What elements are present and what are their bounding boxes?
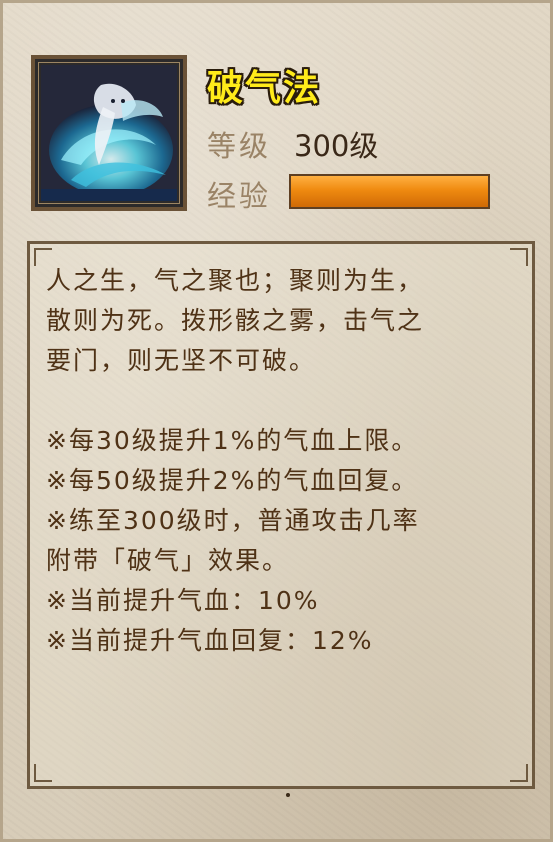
- description-line: 人之生，气之聚也；聚则为生，: [46, 266, 425, 295]
- exp-progress-fill: [291, 176, 488, 207]
- description-line: 散则为死。拨形骸之雾，击气之: [46, 306, 425, 335]
- sage-casting-blue-vortex-icon: [41, 65, 177, 201]
- level-value: 300级: [294, 129, 379, 163]
- frame-corner-ornament: [34, 764, 52, 782]
- frame-corner-ornament: [510, 764, 528, 782]
- description-line: ※每50级提升2%的气血回复。: [46, 466, 419, 495]
- exp-progress-bar: [289, 174, 490, 209]
- level-label: 等级: [207, 129, 272, 163]
- skill-portrait: [31, 55, 187, 211]
- description-line: ※当前提升气血回复：12%: [46, 626, 374, 655]
- description-line: 要门，则无坚不可破。: [46, 346, 317, 375]
- skill-description-box: 人之生，气之聚也；聚则为生， 散则为死。拨形骸之雾，击气之 要门，则无坚不可破。…: [27, 241, 535, 789]
- skill-name: 破气法: [207, 68, 322, 109]
- exp-label: 经验: [207, 179, 272, 213]
- frame-corner-ornament: [510, 248, 528, 266]
- description-line: ※当前提升气血：10%: [46, 586, 320, 615]
- decorative-dot: [286, 793, 290, 797]
- description-line: ※练至300级时，普通攻击几率: [46, 506, 420, 535]
- skill-info-panel: 破气法 等级 300级 经验 人之生，气之聚也；聚则为生， 散则为死。拨形骸之雾…: [0, 0, 553, 842]
- description-line: 附带「破气」效果。: [46, 546, 290, 575]
- description-line: ※每30级提升1%的气血上限。: [46, 426, 419, 455]
